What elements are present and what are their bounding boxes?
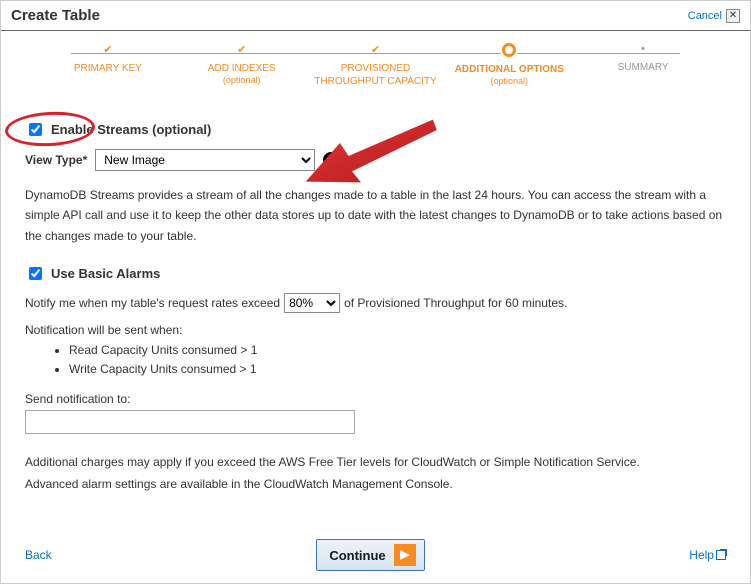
wizard-step-sub: (optional) [442,76,576,86]
notification-when-label: Notification will be sent when: [25,323,726,337]
charges-note: Additional charges may apply if you exce… [25,452,726,472]
list-item: Write Capacity Units consumed > 1 [69,360,726,379]
continue-label: Continue [329,548,385,563]
help-label: Help [689,548,714,562]
threshold-percent-select[interactable]: 80% [284,293,340,313]
help-link[interactable]: Help [689,548,726,562]
wizard-step-label: SUMMARY [576,61,710,74]
view-type-row: View Type* New Image i [25,149,726,171]
info-icon[interactable]: i [323,152,339,168]
header-actions: Cancel ✕ [688,9,740,23]
current-step-icon [502,43,516,57]
threshold-pre-text: Notify me when my table's request rates … [25,296,280,310]
enable-streams-section: Enable Streams (optional) [25,120,726,139]
wizard-step-label: ADDITIONAL OPTIONS [442,63,576,76]
check-icon: ✔ [175,43,309,56]
streams-description: DynamoDB Streams provides a stream of al… [25,185,726,246]
wizard-steps: ✔ PRIMARY KEY ✔ ADD INDEXES (optional) ✔… [1,31,750,106]
wizard-step-throughput[interactable]: ✔ PROVISIONED THROUGHPUT CAPACITY [309,43,443,88]
view-type-select[interactable]: New Image [95,149,315,171]
wizard-step-label: ADD INDEXES [175,62,309,75]
close-icon[interactable]: ✕ [726,9,740,23]
advanced-note: Advanced alarm settings are available in… [25,474,726,494]
notification-conditions-list: Read Capacity Units consumed > 1 Write C… [25,341,726,379]
create-table-dialog: Create Table Cancel ✕ ✔ PRIMARY KEY ✔ AD… [0,0,751,584]
annotation-arrow-icon [305,102,445,192]
use-basic-alarms-checkbox[interactable] [29,267,42,280]
wizard-step-additional-options[interactable]: ADDITIONAL OPTIONS (optional) [442,43,576,88]
wizard-step-summary[interactable]: • SUMMARY [576,43,710,88]
dialog-title: Create Table [11,7,100,24]
send-to-input[interactable] [25,410,355,434]
threshold-post-text: of Provisioned Throughput for 60 minutes… [344,296,567,310]
arrow-right-icon [394,544,416,566]
dialog-header: Create Table Cancel ✕ [1,1,750,31]
continue-button[interactable]: Continue [316,539,424,571]
external-link-icon [716,550,726,560]
send-to-label: Send notification to: [25,392,726,406]
dialog-footer: Back Continue Help [25,539,726,571]
wizard-step-label: PRIMARY KEY [41,62,175,75]
dot-icon: • [576,43,710,55]
wizard-step-primary-key[interactable]: ✔ PRIMARY KEY [41,43,175,88]
back-link[interactable]: Back [25,548,52,562]
check-icon: ✔ [41,43,175,56]
view-type-label: View Type* [25,153,87,167]
list-item: Read Capacity Units consumed > 1 [69,341,726,360]
use-basic-alarms-label: Use Basic Alarms [51,266,160,281]
wizard-step-add-indexes[interactable]: ✔ ADD INDEXES (optional) [175,43,309,88]
enable-streams-checkbox[interactable] [29,123,42,136]
content-area: Enable Streams (optional) View Type* New… [1,106,750,494]
enable-streams-label: Enable Streams (optional) [51,122,211,137]
check-icon: ✔ [309,43,443,56]
wizard-step-label: PROVISIONED THROUGHPUT CAPACITY [309,62,443,88]
use-basic-alarms-section: Use Basic Alarms [25,264,726,283]
cancel-link[interactable]: Cancel [688,10,722,22]
wizard-step-sub: (optional) [175,75,309,85]
threshold-row: Notify me when my table's request rates … [25,293,567,313]
